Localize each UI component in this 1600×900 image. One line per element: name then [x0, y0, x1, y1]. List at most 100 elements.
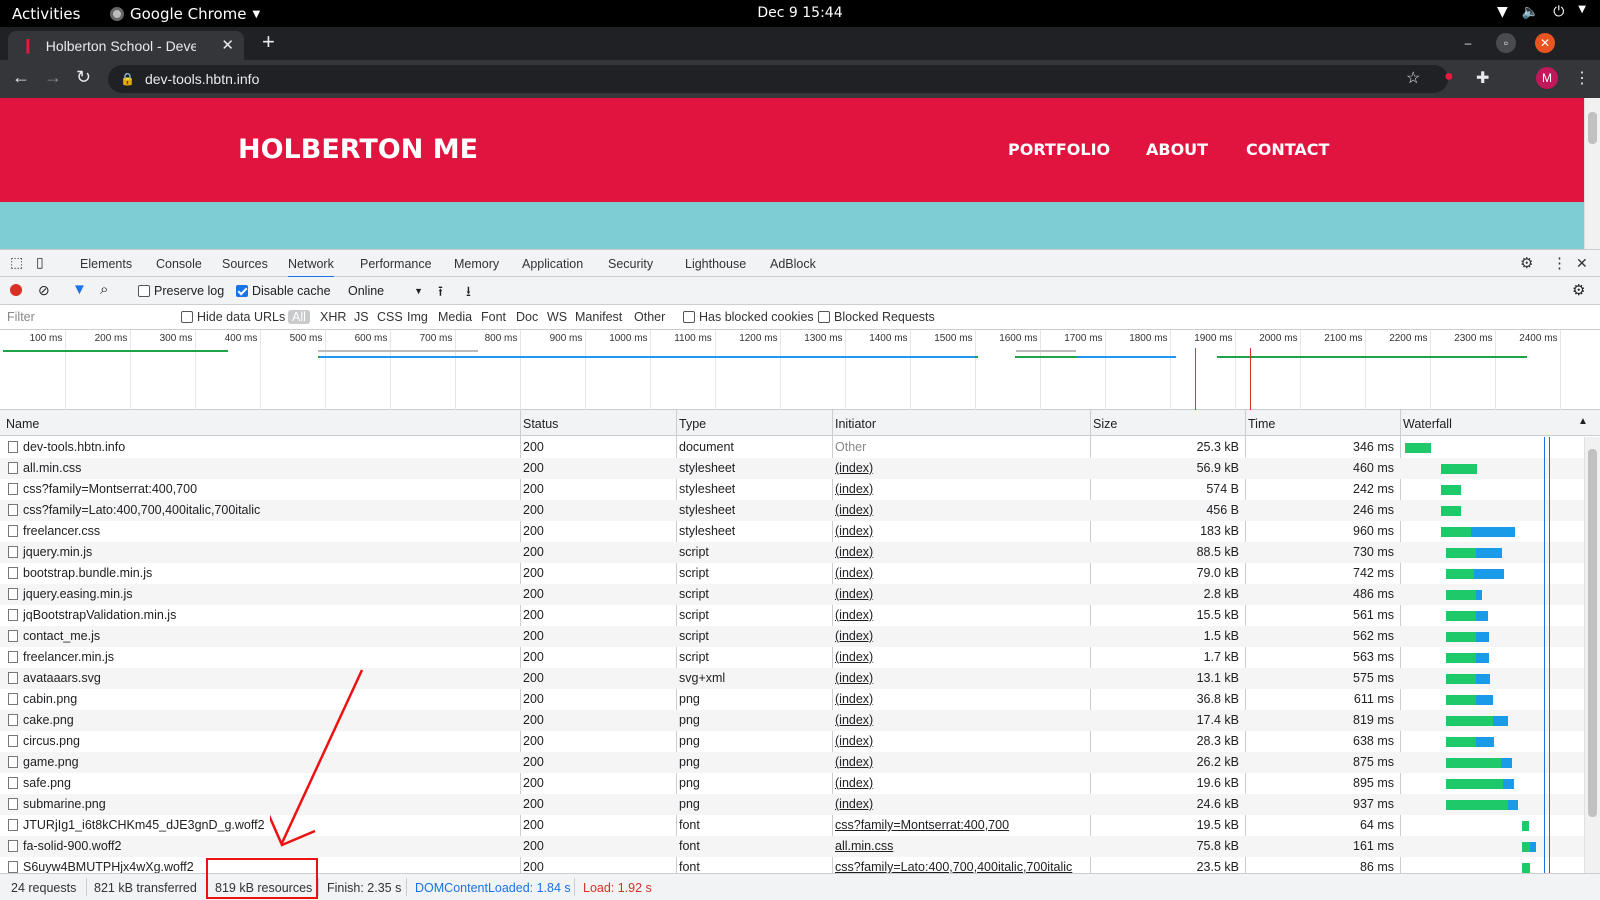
- table-row[interactable]: jquery.min.js 200 script (index) 88.5 kB 730 …: [0, 542, 1600, 563]
- browser-tab[interactable]: ❙ Holberton School - Developer Tools ✕: [8, 31, 244, 60]
- table-row[interactable]: fa-solid-900.woff2 200 font all.min.css 75.8…: [0, 836, 1600, 857]
- clear-icon[interactable]: ⊘: [38, 282, 50, 299]
- filter-type-doc[interactable]: Doc: [516, 310, 538, 324]
- device-toolbar-icon[interactable]: ▯: [36, 254, 44, 271]
- blocked-requests-checkbox[interactable]: Blocked Requests: [818, 310, 935, 324]
- disable-cache-box[interactable]: [236, 285, 248, 297]
- request-initiator[interactable]: (index): [835, 797, 1085, 811]
- close-tab-icon[interactable]: ✕: [221, 36, 234, 54]
- disable-cache-checkbox[interactable]: Disable cache: [236, 284, 331, 298]
- tab-performance[interactable]: Performance: [360, 257, 432, 271]
- filter-type-media[interactable]: Media: [438, 310, 472, 324]
- throttling-select[interactable]: Online ▼: [348, 284, 423, 298]
- request-initiator[interactable]: (index): [835, 734, 1085, 748]
- table-row[interactable]: contact_me.js 200 script (index) 1.5 kB 562 m…: [0, 626, 1600, 647]
- settings-gear-icon[interactable]: ⚙: [1520, 254, 1533, 272]
- tab-lighthouse[interactable]: Lighthouse: [685, 257, 746, 271]
- more-vert-icon[interactable]: ⋮: [1574, 68, 1590, 88]
- new-tab-icon[interactable]: +: [262, 29, 275, 55]
- table-row[interactable]: safe.png 200 png (index) 19.6 kB 895 ms: [0, 773, 1600, 794]
- has-blocked-cookies-checkbox[interactable]: Has blocked cookies: [683, 310, 814, 324]
- close-devtools-icon[interactable]: ✕: [1576, 255, 1588, 272]
- request-initiator[interactable]: (index): [835, 545, 1085, 559]
- request-initiator[interactable]: (index): [835, 776, 1085, 790]
- extensions-puzzle-icon[interactable]: ✚: [1476, 68, 1489, 88]
- request-initiator[interactable]: (index): [835, 482, 1085, 496]
- tab-console[interactable]: Console: [156, 257, 202, 271]
- profile-avatar[interactable]: M: [1536, 67, 1558, 89]
- table-row[interactable]: jquery.easing.min.js 200 script (index) 2.8 …: [0, 584, 1600, 605]
- nav-about-link[interactable]: ABOUT: [1146, 140, 1208, 159]
- network-overview-timeline[interactable]: 100 ms 200 ms 300 ms 400 ms 500 ms 600 ms 700 …: [0, 330, 1600, 410]
- filter-input[interactable]: Filter: [4, 308, 166, 326]
- table-row[interactable]: freelancer.css 200 stylesheet (index) 183 kB…: [0, 521, 1600, 542]
- tab-elements[interactable]: Elements: [80, 257, 132, 271]
- table-row[interactable]: JTURjIg1_i6t8kCHKm45_dJE3gnD_g.woff2 200 f…: [0, 815, 1600, 836]
- close-window-icon[interactable]: ✕: [1535, 33, 1555, 53]
- filter-type-all[interactable]: All: [288, 310, 310, 324]
- preserve-log-checkbox[interactable]: Preserve log: [138, 284, 224, 298]
- table-scrollbar[interactable]: [1584, 437, 1600, 873]
- table-row[interactable]: freelancer.min.js 200 script (index) 1.7 kB 5…: [0, 647, 1600, 668]
- table-scroll-thumb[interactable]: [1588, 449, 1597, 817]
- request-initiator[interactable]: (index): [835, 671, 1085, 685]
- filter-type-other[interactable]: Other: [634, 310, 665, 324]
- maximize-icon[interactable]: ▫: [1496, 33, 1516, 53]
- request-initiator[interactable]: (index): [835, 566, 1085, 580]
- import-har-icon[interactable]: ⭱: [438, 281, 443, 305]
- column-time[interactable]: Time: [1248, 417, 1275, 431]
- request-initiator[interactable]: (index): [835, 713, 1085, 727]
- request-initiator[interactable]: (index): [835, 608, 1085, 622]
- table-row[interactable]: circus.png 200 png (index) 28.3 kB 638 ms: [0, 731, 1600, 752]
- request-initiator[interactable]: (index): [835, 461, 1085, 475]
- blocked-requests-box[interactable]: [818, 311, 830, 323]
- back-icon[interactable]: ←: [12, 67, 30, 88]
- tab-network[interactable]: Network: [288, 257, 334, 278]
- request-initiator[interactable]: css?family=Montserrat:400,700: [835, 818, 1085, 832]
- column-initiator[interactable]: Initiator: [835, 417, 876, 431]
- filter-funnel-icon[interactable]: ▼: [72, 281, 87, 298]
- more-vert-icon[interactable]: ⋮: [1552, 254, 1567, 272]
- request-initiator[interactable]: (index): [835, 587, 1085, 601]
- record-icon[interactable]: [10, 284, 22, 296]
- request-initiator[interactable]: (index): [835, 503, 1085, 517]
- network-settings-gear-icon[interactable]: ⚙: [1572, 281, 1585, 299]
- minimize-icon[interactable]: –: [1458, 33, 1478, 53]
- table-row[interactable]: avataaars.svg 200 svg+xml (index) 13.1 kB 575…: [0, 668, 1600, 689]
- sort-up-icon[interactable]: ▲: [1578, 416, 1588, 427]
- column-name[interactable]: Name: [6, 417, 39, 431]
- column-waterfall[interactable]: Waterfall: [1403, 417, 1452, 431]
- table-row[interactable]: submarine.png 200 png (index) 24.6 kB 937 ms: [0, 794, 1600, 815]
- filter-type-font[interactable]: Font: [481, 310, 506, 324]
- request-initiator[interactable]: css?family=Lato:400,700,400italic,700ita…: [835, 860, 1085, 873]
- table-row[interactable]: css?family=Lato:400,700,400italic,700ita…: [0, 500, 1600, 521]
- tab-sources[interactable]: Sources: [222, 257, 268, 271]
- table-row[interactable]: cake.png 200 png (index) 17.4 kB 819 ms: [0, 710, 1600, 731]
- filter-type-xhr[interactable]: XHR: [320, 310, 346, 324]
- nav-contact-link[interactable]: CONTACT: [1246, 140, 1329, 159]
- request-initiator[interactable]: all.min.css: [835, 839, 1085, 853]
- lock-icon[interactable]: 🔒: [120, 72, 135, 86]
- filter-type-css[interactable]: CSS: [377, 310, 403, 324]
- request-initiator[interactable]: (index): [835, 629, 1085, 643]
- inspect-element-icon[interactable]: ⬚: [10, 254, 23, 271]
- clock[interactable]: Dec 9 15:44: [0, 5, 1600, 21]
- search-icon[interactable]: ⌕: [100, 281, 108, 298]
- omnibox[interactable]: 🔒 dev-tools.hbtn.info: [108, 65, 1448, 93]
- has-blocked-cookies-box[interactable]: [683, 311, 695, 323]
- table-row[interactable]: game.png 200 png (index) 26.2 kB 875 ms: [0, 752, 1600, 773]
- hide-data-urls-checkbox[interactable]: Hide data URLs: [181, 310, 285, 324]
- table-row[interactable]: css?family=Montserrat:400,700 200 styleshe…: [0, 479, 1600, 500]
- column-status[interactable]: Status: [523, 417, 558, 431]
- adblock-extension-icon[interactable]: ●: [1444, 68, 1454, 86]
- request-initiator[interactable]: (index): [835, 650, 1085, 664]
- page-scrollbar[interactable]: [1584, 98, 1600, 249]
- request-initiator[interactable]: (index): [835, 524, 1085, 538]
- tab-memory[interactable]: Memory: [454, 257, 499, 271]
- site-brand-link[interactable]: HOLBERTON ME: [238, 134, 478, 165]
- request-initiator[interactable]: (index): [835, 755, 1085, 769]
- tab-application[interactable]: Application: [522, 257, 583, 271]
- tab-adblock[interactable]: AdBlock: [770, 257, 816, 271]
- filter-type-img[interactable]: Img: [407, 310, 428, 324]
- preserve-log-box[interactable]: [138, 285, 150, 297]
